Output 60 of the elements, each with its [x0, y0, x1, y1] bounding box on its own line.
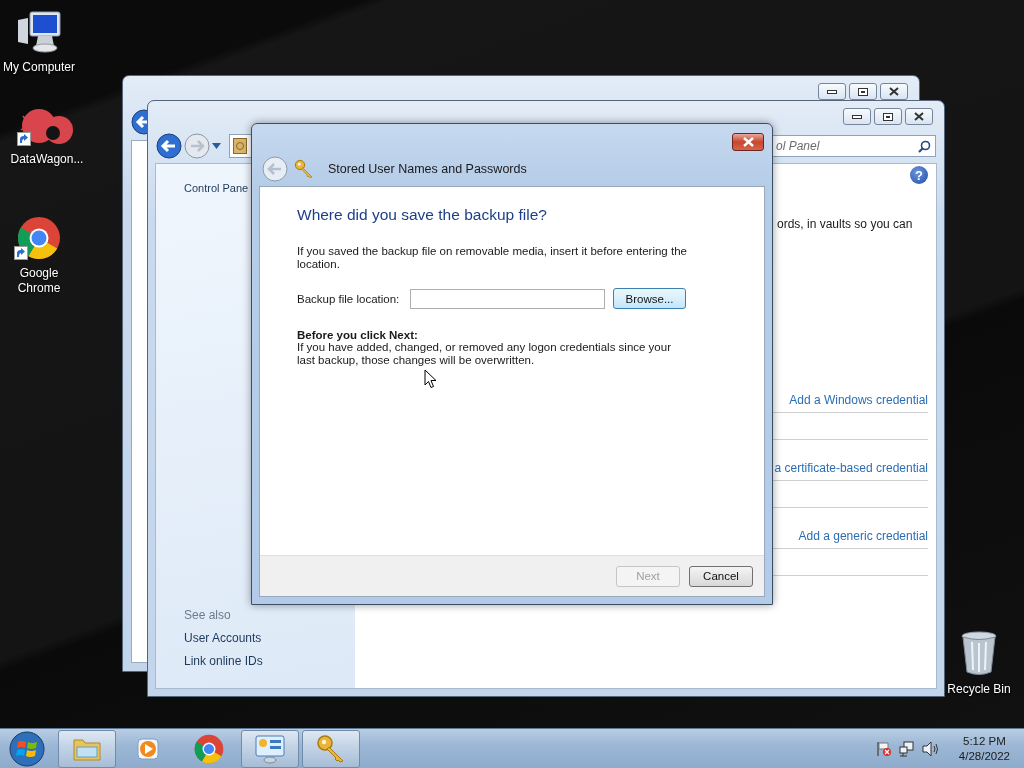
maximize-button[interactable]	[874, 108, 902, 125]
start-button[interactable]	[6, 729, 48, 768]
clock[interactable]: 5:12 PM 4/28/2022	[958, 733, 1010, 764]
close-button[interactable]	[905, 108, 933, 125]
flag-icon[interactable]	[875, 740, 892, 757]
close-icon	[742, 137, 754, 147]
minimize-icon	[852, 114, 862, 119]
recycle-bin-icon	[960, 630, 998, 676]
network-icon[interactable]	[898, 740, 915, 757]
dialog-title: Stored User Names and Passwords	[328, 162, 527, 176]
restore-icon	[858, 87, 868, 96]
minimize-button[interactable]	[818, 83, 846, 100]
credential-link[interactable]: Add a Windows credential	[789, 393, 928, 407]
vault-icon	[233, 138, 247, 154]
search-field[interactable]: ol Panel	[771, 135, 936, 157]
note-title: Before you click Next:	[297, 329, 419, 341]
minimize-icon	[827, 89, 837, 94]
dialog-button[interactable]: Cancel	[689, 565, 753, 587]
maximize-button[interactable]	[849, 83, 877, 100]
key-icon	[316, 733, 346, 764]
search-icon	[918, 140, 931, 153]
clock-time: 5:12 PM	[963, 733, 1006, 749]
close-icon	[889, 87, 899, 96]
dialog-heading: Where did you save the backup file?	[297, 206, 548, 224]
desktop-icon-label[interactable]: Recycle Bin	[947, 682, 1011, 697]
restore-icon	[883, 112, 893, 121]
minimize-button[interactable]	[843, 108, 871, 125]
browse-button[interactable]: Browse...	[613, 288, 686, 309]
sidebar-link[interactable]: Link online IDs	[184, 654, 355, 668]
sidebar-link[interactable]: User Accounts	[184, 631, 355, 645]
clock-date: 4/28/2022	[958, 748, 1010, 764]
close-icon	[914, 112, 924, 121]
computer-icon	[16, 10, 62, 54]
close-button[interactable]	[880, 83, 908, 100]
close-button[interactable]	[732, 133, 764, 151]
key-icon	[294, 159, 314, 179]
cursor-icon	[424, 369, 437, 389]
desktop-icon-label[interactable]: DataWagon...	[10, 152, 84, 167]
media-player-icon	[135, 735, 161, 762]
credential-link[interactable]: a certificate-based credential	[774, 461, 928, 475]
windows-logo-icon	[8, 729, 46, 768]
field-label: Backup file location:	[297, 292, 401, 305]
chrome-icon	[194, 733, 224, 764]
desktop-icon-label[interactable]: Google Chrome	[1, 266, 77, 296]
section-label: See also	[184, 608, 232, 622]
desktop-icon-label[interactable]: My Computer	[3, 60, 75, 75]
instruction-text: If you saved the backup file on removable media, insert it before entering the location.	[297, 245, 687, 271]
volume-icon[interactable]	[921, 740, 940, 757]
note-text: If you have added, changed, or removed any logon credentials since your last backup, those changes will be overwritten.	[297, 341, 672, 367]
taskbar-app-button[interactable]	[58, 729, 116, 768]
back-button[interactable]	[156, 133, 182, 159]
dropdown-arrow-icon[interactable]	[212, 143, 221, 149]
help-button[interactable]: ?	[910, 166, 928, 184]
input-field[interactable]	[410, 288, 605, 309]
taskbar-app-button[interactable]	[241, 729, 299, 768]
control-panel-icon	[254, 733, 286, 764]
taskbar-app-button[interactable]	[302, 729, 360, 768]
chrome-icon	[17, 216, 61, 260]
description-text: ords, in vaults so you can	[777, 217, 914, 231]
credential-link[interactable]: Add a generic credential	[798, 529, 928, 543]
